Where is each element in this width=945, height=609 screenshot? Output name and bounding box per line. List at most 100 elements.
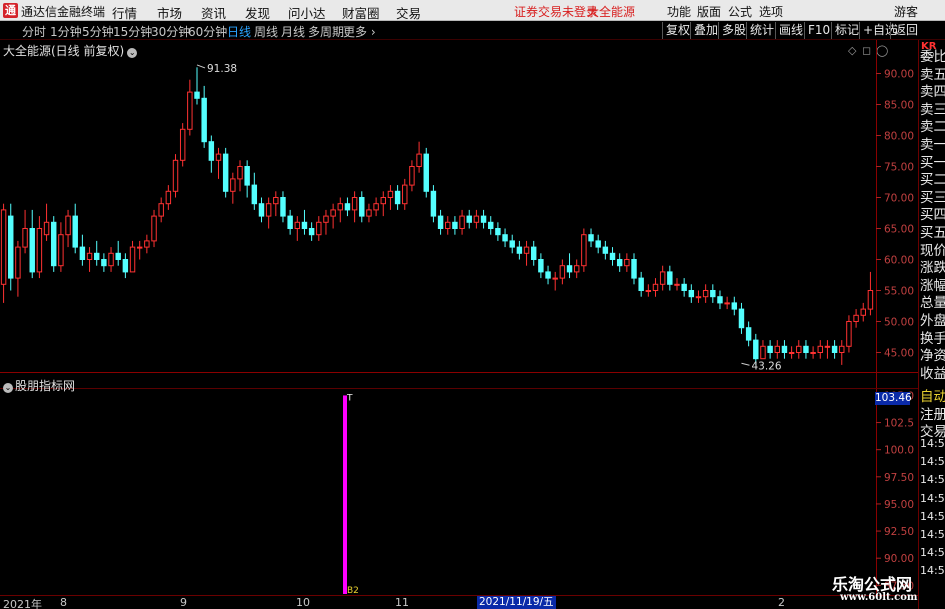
candle-body — [824, 345, 831, 348]
quote-label: 收益 — [920, 365, 945, 382]
candle-body — [359, 197, 365, 217]
candle-body — [745, 327, 752, 341]
candle-body — [538, 259, 544, 273]
candle-body — [724, 302, 730, 305]
candle-body — [710, 290, 716, 298]
candle-body — [774, 345, 781, 353]
trade-time: 14:56 — [920, 473, 945, 487]
candle-body — [108, 252, 114, 267]
candle-body — [466, 215, 472, 223]
candle-body — [409, 166, 415, 186]
candle-body — [158, 203, 164, 217]
sub-y-tick-label: 97.50 — [884, 472, 914, 484]
candle-body — [273, 197, 279, 205]
extreme-marks: 91.38 43.26 — [196, 63, 782, 372]
candle-body — [846, 321, 852, 347]
candle-body — [767, 345, 773, 353]
candle-body — [731, 302, 738, 310]
candle-body — [258, 203, 265, 217]
sub-chart-title[interactable]: ⌄ 股朋指标网 — [3, 377, 75, 394]
indicator-top-label: T — [346, 393, 353, 403]
candle-body — [853, 314, 859, 322]
candle-body — [674, 283, 680, 286]
date-label: 11 — [395, 596, 409, 609]
candle-body — [595, 240, 601, 248]
candle-body — [22, 228, 28, 248]
candle-body — [380, 197, 386, 205]
candle-body — [122, 259, 129, 273]
candle-body — [788, 352, 795, 354]
candle-body — [566, 265, 573, 273]
chart-canvas[interactable]: 90.00 85.00 80.00 75.00 70.00 65.00 60.00 55.00… — [0, 0, 918, 595]
candle-body — [387, 190, 394, 199]
candle-body — [65, 215, 71, 236]
trade-time: 14:56 — [920, 455, 945, 469]
candle-body — [316, 221, 322, 236]
candle-body — [373, 203, 379, 211]
trade-time: 14:56 — [920, 546, 945, 560]
candle-body — [480, 215, 487, 223]
y-tick-label: 55.00 — [884, 286, 914, 298]
date-label: 10 — [296, 596, 310, 609]
trade-time: 14:56 — [920, 509, 945, 523]
candle-body — [638, 277, 644, 292]
candle-body — [215, 153, 222, 161]
candle-body — [624, 259, 630, 267]
candle-body — [337, 203, 344, 211]
candle-body — [394, 190, 401, 205]
candle-body — [760, 345, 766, 360]
y-tick-label: 85.00 — [884, 100, 914, 112]
candle-body — [144, 240, 150, 248]
indicator-bar — [343, 395, 347, 594]
candle-body — [366, 209, 372, 217]
candle-body — [244, 166, 250, 186]
sub-y-axis: 105.0102.5100.097.5095.0092.5090.0087.50 — [876, 390, 914, 592]
candle-body — [136, 246, 143, 249]
candle-body — [294, 221, 301, 230]
candle-body — [0, 209, 7, 285]
candle-body — [301, 221, 308, 230]
candle-body — [72, 215, 78, 248]
y-tick-label: 45.00 — [884, 348, 914, 360]
candle-body — [545, 271, 551, 279]
date-label: 2021年 — [3, 598, 42, 609]
candle-body — [151, 215, 157, 242]
y-tick-label: 90.00 — [884, 69, 914, 81]
candle-body — [502, 234, 508, 242]
y-tick-label: 50.00 — [884, 317, 914, 329]
y-tick-label: 70.00 — [884, 193, 914, 205]
candlestick-series — [0, 67, 874, 365]
candle-body — [631, 259, 637, 279]
candle-body — [230, 178, 236, 192]
candle-body — [860, 308, 866, 316]
candle-body — [165, 190, 172, 205]
candle-body — [86, 252, 93, 261]
y-tick-label: 65.00 — [884, 224, 914, 236]
candle-body — [101, 259, 107, 267]
y-tick-label: 60.00 — [884, 255, 914, 267]
candle-body — [781, 345, 788, 353]
date-label: 2 — [778, 596, 785, 609]
circle-chevron-icon[interactable]: ⌄ — [3, 383, 13, 393]
candle-body — [251, 184, 258, 205]
candle-body — [488, 221, 494, 230]
candle-body — [516, 246, 523, 254]
candle-body — [581, 234, 587, 267]
sub-y-tick-label: 100.0 — [884, 445, 914, 457]
candle-body — [79, 246, 86, 261]
candle-body — [753, 339, 759, 360]
candle-body — [8, 215, 14, 279]
sub-y-tick-label: 90.00 — [884, 553, 914, 565]
cursor-date: 2021/11/19/五 — [477, 596, 556, 609]
candle-body — [323, 215, 329, 223]
trade-time: 14:56 — [920, 491, 945, 505]
candle-body — [351, 197, 358, 211]
candle-body — [573, 265, 580, 273]
candle-body — [530, 246, 537, 261]
candle-body — [738, 308, 745, 329]
indicator-series: T B2 — [343, 393, 359, 595]
indicator-value-box: 103.46 — [875, 392, 912, 405]
candle-body — [93, 252, 100, 261]
candle-body — [344, 203, 351, 211]
indicator-bottom-label: B2 — [347, 586, 359, 595]
